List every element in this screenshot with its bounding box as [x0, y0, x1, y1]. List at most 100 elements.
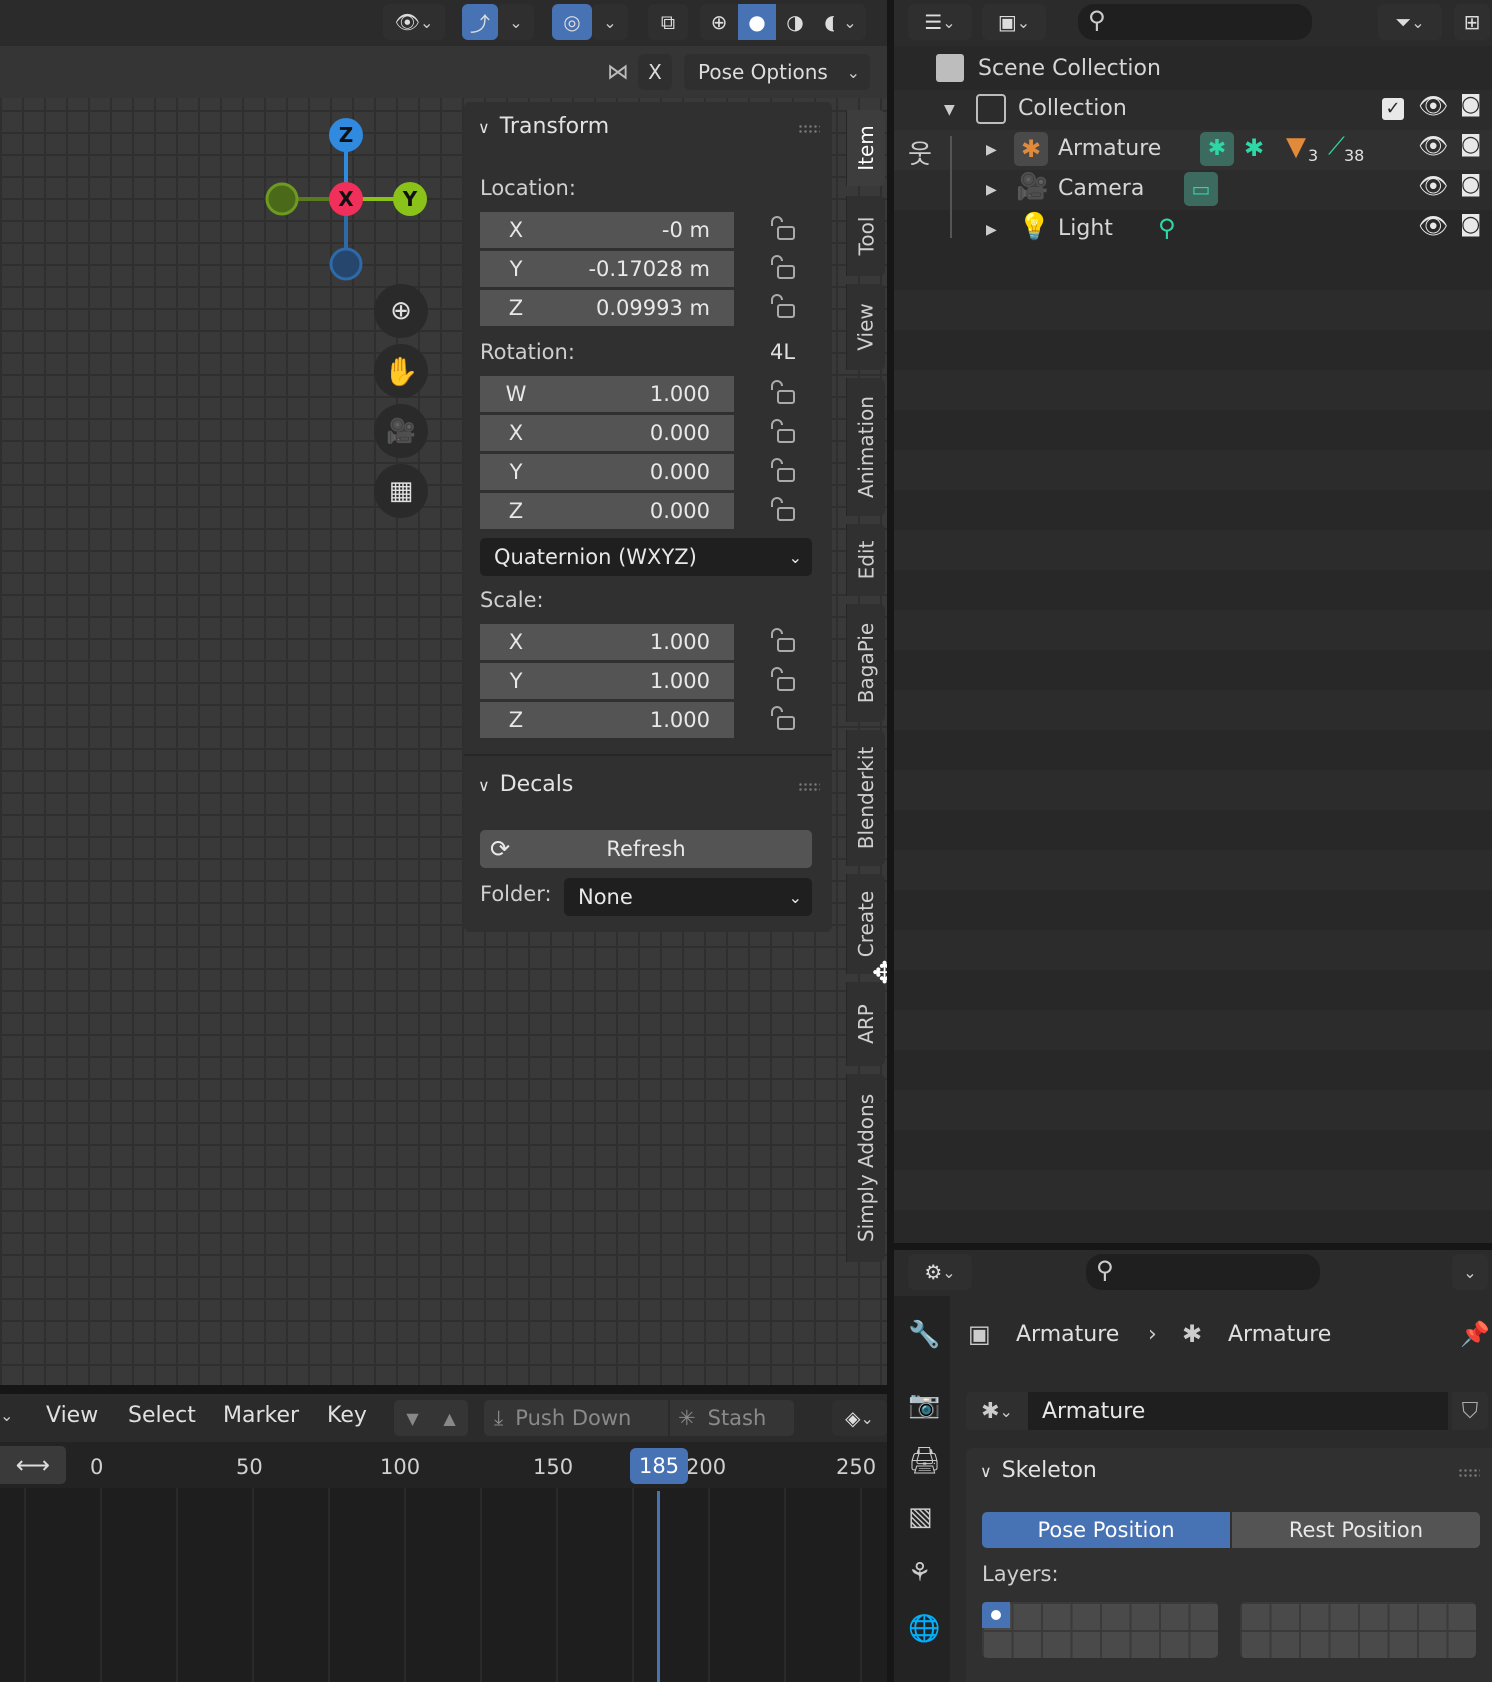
expand-triangle-icon[interactable]: ▶ [986, 222, 997, 238]
lock-icon[interactable] [768, 419, 798, 445]
pose-position-button[interactable]: Pose Position [982, 1512, 1230, 1548]
expand-triangle-icon[interactable]: ▶ [986, 182, 997, 198]
exclude-checkbox[interactable]: ✓ [1382, 98, 1404, 120]
scale-y-field[interactable]: Y 1.000 [480, 663, 734, 699]
rotation-y-field[interactable]: Y 0.000 [480, 454, 734, 490]
overlays-toggle-button[interactable]: ◎ [552, 4, 592, 40]
rotation-lock-4l-toggle[interactable]: 4L [770, 340, 795, 364]
camera-view-icon[interactable]: 🎥 [374, 404, 428, 458]
lock-icon[interactable] [768, 458, 798, 484]
pin-icon[interactable]: 📌 [1460, 1320, 1490, 1348]
gizmo-dropdown[interactable]: ⌄ [498, 4, 534, 40]
light-data-icon[interactable]: ⚲ [1158, 214, 1176, 242]
solid-shading-icon[interactable]: ● [738, 4, 776, 40]
rotation-z-field[interactable]: Z 0.000 [480, 493, 734, 529]
render-camera-icon[interactable]: ◙ [1460, 212, 1481, 237]
eye-icon[interactable]: 👁 [1418, 92, 1448, 120]
wireframe-shading-icon[interactable]: ⊕ [700, 10, 738, 34]
menu-view[interactable]: View [46, 1403, 98, 1428]
properties-search-input[interactable]: ⚲ [1086, 1254, 1320, 1290]
gizmo-neg-z[interactable] [329, 247, 363, 281]
scene-tab-icon[interactable]: ⚘ [908, 1558, 931, 1588]
tree-row-collection[interactable]: ▼ Collection ✓ 👁 ◙ [894, 90, 1492, 130]
outliner-search-input[interactable]: ⚲ [1078, 4, 1312, 40]
zoom-icon[interactable]: ⊕ [374, 284, 428, 338]
tree-row-scene-collection[interactable]: Scene Collection [894, 50, 1492, 90]
eye-icon[interactable]: 👁 [1418, 132, 1448, 160]
render-camera-icon[interactable]: ◙ [1460, 132, 1481, 157]
bone-layers-grid-right[interactable] [1240, 1602, 1476, 1658]
menu-key[interactable]: Key [327, 1403, 367, 1428]
editor-type-dropdown[interactable]: ⚙ ⌄ [908, 1254, 972, 1290]
breadcrumb-object[interactable]: Armature [1016, 1322, 1119, 1347]
transform-panel-header[interactable]: ∨ Transform [478, 114, 609, 139]
options-dropdown[interactable]: ⌄ [1452, 1254, 1488, 1290]
location-x-field[interactable]: X -0 m [480, 212, 734, 248]
tool-tab-icon[interactable]: 🔧 [908, 1320, 940, 1350]
scale-x-field[interactable]: X 1.000 [480, 624, 734, 660]
tree-row-armature[interactable]: 웃 ▶ ✱ Armature ✱ ✱ ▼ 3 ⟋ 38 👁 ◙ [894, 130, 1492, 170]
area-divider-h[interactable] [0, 1385, 887, 1394]
tree-row-light[interactable]: ▶ 💡 Light ⚲ 👁 ◙ [894, 210, 1492, 250]
bone-layers-grid-left[interactable] [982, 1602, 1218, 1658]
render-tab-icon[interactable]: 📷 [908, 1390, 940, 1420]
pose-mode-icon[interactable]: 웃 [908, 134, 932, 171]
location-z-field[interactable]: Z 0.09993 m [480, 290, 734, 326]
render-camera-icon[interactable]: ◙ [1460, 92, 1481, 117]
data-name-field[interactable]: Armature [1028, 1392, 1448, 1430]
next-keyframe-icon[interactable]: ▲ [443, 1409, 455, 1428]
drag-grip-icon[interactable] [798, 124, 820, 134]
menu-select[interactable]: Select [128, 1403, 196, 1428]
mesh-child-icon[interactable]: ▼ [1286, 132, 1306, 162]
eye-icon[interactable]: 👁 [1418, 172, 1448, 200]
xray-toggle-button[interactable]: ⧉ [648, 4, 688, 40]
overlays-dropdown[interactable]: ⌄ [592, 4, 628, 40]
fake-user-shield-icon[interactable]: ⛉ [1452, 1392, 1488, 1430]
material-shading-icon[interactable]: ◑ [776, 10, 814, 34]
view-layer-tab-icon[interactable]: ▧ [908, 1502, 933, 1532]
expand-triangle-icon[interactable]: ▼ [944, 102, 955, 118]
lock-icon[interactable] [768, 216, 798, 242]
lock-icon[interactable] [768, 497, 798, 523]
decals-panel-header[interactable]: ∨ Decals [478, 772, 573, 797]
lock-icon[interactable] [768, 667, 798, 693]
folder-dropdown[interactable]: None ⌄ [564, 878, 812, 916]
tab-blenderkit[interactable]: Blenderkit [846, 730, 885, 866]
tab-item[interactable]: Item [846, 110, 885, 186]
bone-icon[interactable]: ⟋ [1328, 132, 1345, 160]
render-camera-icon[interactable]: ◙ [1460, 172, 1481, 197]
pan-hand-icon[interactable]: ✋ [374, 344, 428, 398]
tab-edit[interactable]: Edit [846, 524, 885, 596]
stash-button[interactable]: ✳ Stash [670, 1400, 794, 1436]
camera-data-icon[interactable]: ▭ [1184, 172, 1218, 206]
tab-view[interactable]: View [846, 284, 885, 370]
gizmo-neg-y[interactable] [265, 182, 299, 216]
eye-icon[interactable]: 👁 [1418, 212, 1448, 240]
mirror-x-toggle[interactable]: X [638, 54, 672, 90]
armature-data-icon[interactable]: ✱ [1244, 134, 1264, 162]
tab-simply-addons[interactable]: Simply Addons [846, 1074, 885, 1262]
drag-grip-icon[interactable] [1458, 1468, 1480, 1478]
menu-marker[interactable]: Marker [223, 1403, 299, 1428]
rotation-w-field[interactable]: W 1.000 [480, 376, 734, 412]
scroll-horizontal-icon[interactable]: ⟷ [0, 1446, 66, 1484]
tab-tool[interactable]: Tool [846, 196, 885, 276]
tab-bagapie[interactable]: BagaPie [846, 604, 885, 722]
perspective-grid-icon[interactable]: ▦ [374, 464, 428, 518]
expand-triangle-icon[interactable]: ▶ [986, 142, 997, 158]
drag-grip-icon[interactable] [798, 782, 820, 792]
new-collection-button[interactable]: ⊞ [1454, 4, 1490, 40]
navigation-gizmo[interactable]: Z Y X [256, 114, 436, 294]
rotation-mode-dropdown[interactable]: Quaternion (WXYZ) ⌄ [480, 538, 812, 576]
scale-z-field[interactable]: Z 1.000 [480, 702, 734, 738]
lock-icon[interactable] [768, 255, 798, 281]
current-frame-indicator[interactable]: 185 [630, 1448, 688, 1484]
chevron-down-icon[interactable]: ⌄ [0, 1406, 13, 1425]
timeline-body[interactable] [0, 1488, 887, 1682]
filter-display-dropdown[interactable]: ▣ ⌄ [982, 4, 1046, 40]
output-tab-icon[interactable]: 🖨 [908, 1446, 941, 1476]
area-divider-h[interactable] [894, 1243, 1492, 1250]
refresh-button[interactable]: ⟳ Refresh [480, 830, 812, 868]
playhead-line[interactable] [657, 1491, 660, 1682]
filter-dropdown[interactable]: ⏷ ⌄ [1378, 4, 1442, 40]
